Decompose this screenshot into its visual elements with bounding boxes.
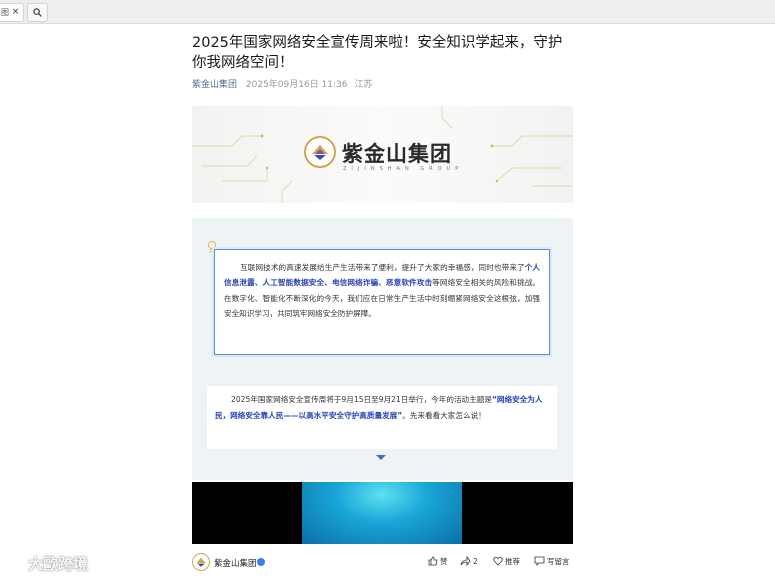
group-logo bbox=[304, 136, 336, 168]
logo-text-cn: 紫金山集团 bbox=[342, 142, 452, 166]
search-button[interactable] bbox=[27, 3, 48, 22]
video-player[interactable] bbox=[192, 482, 573, 544]
video-thumbnail bbox=[302, 482, 462, 544]
heart-icon bbox=[493, 556, 503, 566]
chevron-down-icon bbox=[376, 455, 386, 460]
mountain-icon bbox=[196, 557, 206, 567]
share-button[interactable]: 2 bbox=[460, 555, 478, 567]
like-label: 赞 bbox=[440, 557, 448, 566]
recommend-label: 推荐 bbox=[505, 557, 520, 566]
close-icon[interactable]: × bbox=[11, 8, 20, 17]
recommend-button[interactable]: 推荐 bbox=[493, 556, 520, 567]
comment-button[interactable]: 写留言 bbox=[534, 556, 570, 567]
like-button[interactable]: 赞 bbox=[428, 556, 448, 567]
account-link[interactable]: 紫金山集团 bbox=[192, 80, 237, 90]
brand-banner: 紫金山集团 ZIJINSHAN GROUP bbox=[192, 106, 573, 203]
watermark-text: 大歐跨境 bbox=[28, 555, 89, 573]
publish-date: 2025年09月16日 11:36 bbox=[245, 80, 348, 90]
footer-account-name[interactable]: 紫金山集团 bbox=[214, 557, 257, 569]
theme-text-part1: 2025年国家网络安全宣传周将于9月15日至9月21日举行，今年的活动主题是 bbox=[231, 395, 492, 404]
browser-toolbar: 图 × bbox=[0, 0, 775, 24]
comment-label: 写留言 bbox=[547, 557, 570, 566]
search-icon bbox=[33, 8, 42, 17]
tab-label: 图 bbox=[1, 8, 9, 17]
watermark: 大歐跨境 bbox=[4, 553, 88, 574]
article-meta: 紫金山集团 2025年09月16日 11:36 江苏 bbox=[192, 77, 376, 90]
share-count: 2 bbox=[473, 557, 478, 566]
theme-text-box: 2025年国家网络安全宣传周将于9月15日至9月21日举行，今年的活动主题是“网… bbox=[207, 386, 557, 449]
logo-text-en: ZIJINSHAN GROUP bbox=[343, 166, 464, 172]
share-icon bbox=[460, 555, 471, 567]
thumbs-up-icon bbox=[428, 556, 438, 566]
mountain-icon bbox=[312, 145, 328, 160]
publish-location: 江苏 bbox=[354, 80, 373, 90]
avatar[interactable] bbox=[192, 553, 210, 571]
verified-icon bbox=[257, 558, 265, 566]
watermark-logo-icon bbox=[5, 555, 28, 569]
theme-text-part2: 。先来看看大家怎么说！ bbox=[402, 411, 486, 420]
comment-icon bbox=[534, 556, 545, 566]
browser-tab[interactable]: 图 × bbox=[0, 3, 24, 22]
article-title: 2025年国家网络安全宣传周来啦！安全知识学起来，守护你我网络空间！ bbox=[192, 35, 563, 71]
article-footer: 紫金山集团 赞 2 推荐 写留言 bbox=[192, 552, 573, 574]
intro-text-box: 互联网技术的高速发展给生产生活带来了便利，提升了大家的幸福感，同时也带来了个人信… bbox=[214, 249, 550, 355]
intro-text-part1: 互联网技术的高速发展给生产生活带来了便利，提升了大家的幸福感，同时也带来了 bbox=[240, 263, 525, 272]
